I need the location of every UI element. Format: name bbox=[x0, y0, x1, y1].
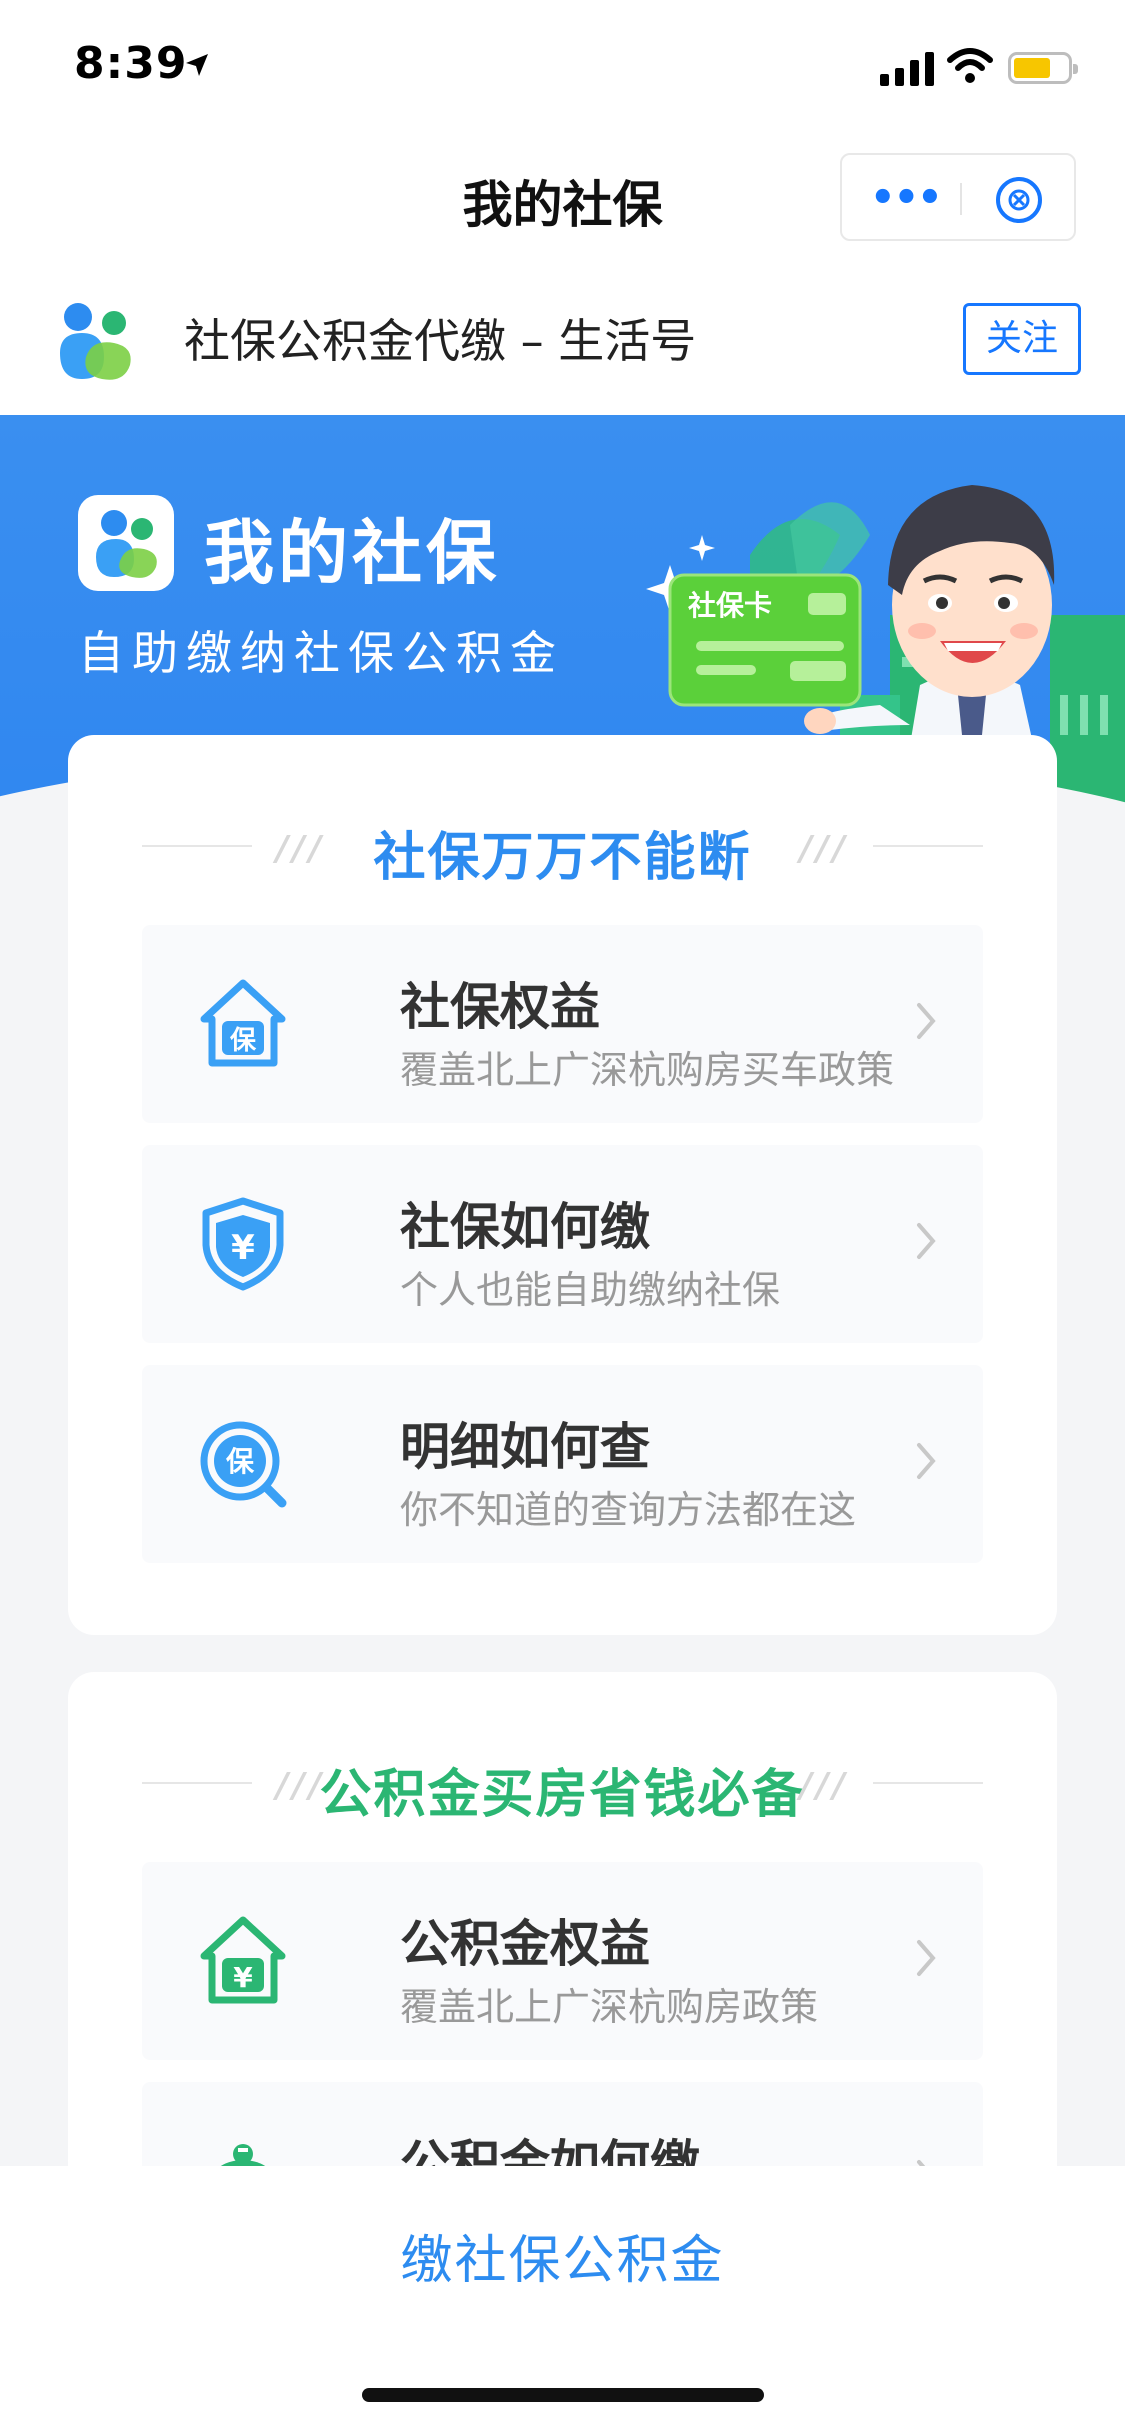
yuan-shield-icon: ¥ bbox=[202, 1197, 284, 1291]
follow-button[interactable]: 关注 bbox=[963, 303, 1081, 375]
yuan-house-icon: ¥ bbox=[200, 1916, 286, 2004]
item-desc: 你不知道的查询方法都在这 bbox=[400, 1488, 857, 1532]
item-desc: 个人也能自助缴纳社保 bbox=[400, 1268, 781, 1312]
item-title: 明细如何查 bbox=[400, 1418, 650, 1476]
status-time: 8:39 bbox=[74, 38, 188, 89]
social-security-house-icon: 保 bbox=[200, 979, 286, 1067]
app-logo-icon bbox=[78, 495, 174, 591]
battery-charging-icon bbox=[1008, 52, 1078, 84]
item-desc: 覆盖北上广深杭购房买车政策 bbox=[400, 1048, 895, 1092]
bottom-action-bar: 缴社保公积金 bbox=[0, 2166, 1125, 2436]
list-item-how-to-pay[interactable]: ¥ 社保如何缴 个人也能自助缴纳社保 bbox=[142, 1145, 983, 1343]
svg-text:¥: ¥ bbox=[233, 1961, 253, 1994]
section-heading: /// 社保万万不能断 /// bbox=[68, 815, 1057, 888]
housing-fund-heading: 公积金买房省钱必备 bbox=[319, 1765, 806, 1825]
chevron-right-icon bbox=[917, 1940, 936, 1976]
status-bar: 8:39 bbox=[0, 0, 1125, 135]
banner-subtitle: 自助缴纳社保公积金 bbox=[78, 626, 564, 680]
search-bao-icon: 保 bbox=[200, 1421, 287, 1508]
card-label: 社保卡 bbox=[688, 589, 772, 622]
item-desc: 覆盖北上广深杭购房政策 bbox=[400, 1985, 819, 2029]
item-title: 社保权益 bbox=[400, 978, 600, 1036]
svg-text:保: 保 bbox=[226, 1445, 255, 1478]
section-heading: /// 公积金买房省钱必备 /// bbox=[68, 1752, 1057, 1825]
chevron-right-icon bbox=[917, 1223, 936, 1259]
social-security-card: /// 社保万万不能断 /// 保 社保权益 覆盖北上广深杭购房买车政策 ¥ 社… bbox=[68, 735, 1057, 1635]
cellular-signal-icon bbox=[880, 50, 934, 86]
banner-title: 我的社保 bbox=[204, 512, 500, 594]
mini-app-capsule: ••• bbox=[840, 153, 1076, 241]
more-icon[interactable]: ••• bbox=[870, 175, 943, 221]
location-arrow-icon bbox=[186, 54, 208, 76]
wifi-icon bbox=[947, 48, 993, 83]
item-title: 公积金权益 bbox=[400, 1915, 650, 1973]
nav-bar: 我的社保 ••• bbox=[0, 135, 1125, 265]
life-account-logo[interactable] bbox=[56, 297, 136, 383]
life-account-name[interactable]: 社保公积金代缴 – 生活号 bbox=[184, 305, 696, 371]
list-item-social-rights[interactable]: 保 社保权益 覆盖北上广深杭购房买车政策 bbox=[142, 925, 983, 1123]
svg-text:¥: ¥ bbox=[231, 1228, 255, 1268]
list-item-query-details[interactable]: 保 明细如何查 你不知道的查询方法都在这 bbox=[142, 1365, 983, 1563]
life-account-bar: 社保公积金代缴 – 生活号 关注 bbox=[0, 265, 1125, 415]
home-indicator[interactable] bbox=[362, 2388, 764, 2402]
chevron-right-icon bbox=[917, 1443, 936, 1479]
capsule-divider bbox=[960, 183, 962, 215]
pay-social-fund-button[interactable]: 缴社保公积金 bbox=[0, 2218, 1125, 2293]
list-item-fund-rights[interactable]: ¥ 公积金权益 覆盖北上广深杭购房政策 bbox=[142, 1862, 983, 2060]
svg-text:保: 保 bbox=[229, 1026, 257, 1056]
item-title: 社保如何缴 bbox=[400, 1198, 650, 1256]
chevron-right-icon bbox=[917, 1003, 936, 1039]
close-circle-icon[interactable] bbox=[994, 175, 1044, 225]
social-security-heading: 社保万万不能断 bbox=[373, 828, 752, 888]
